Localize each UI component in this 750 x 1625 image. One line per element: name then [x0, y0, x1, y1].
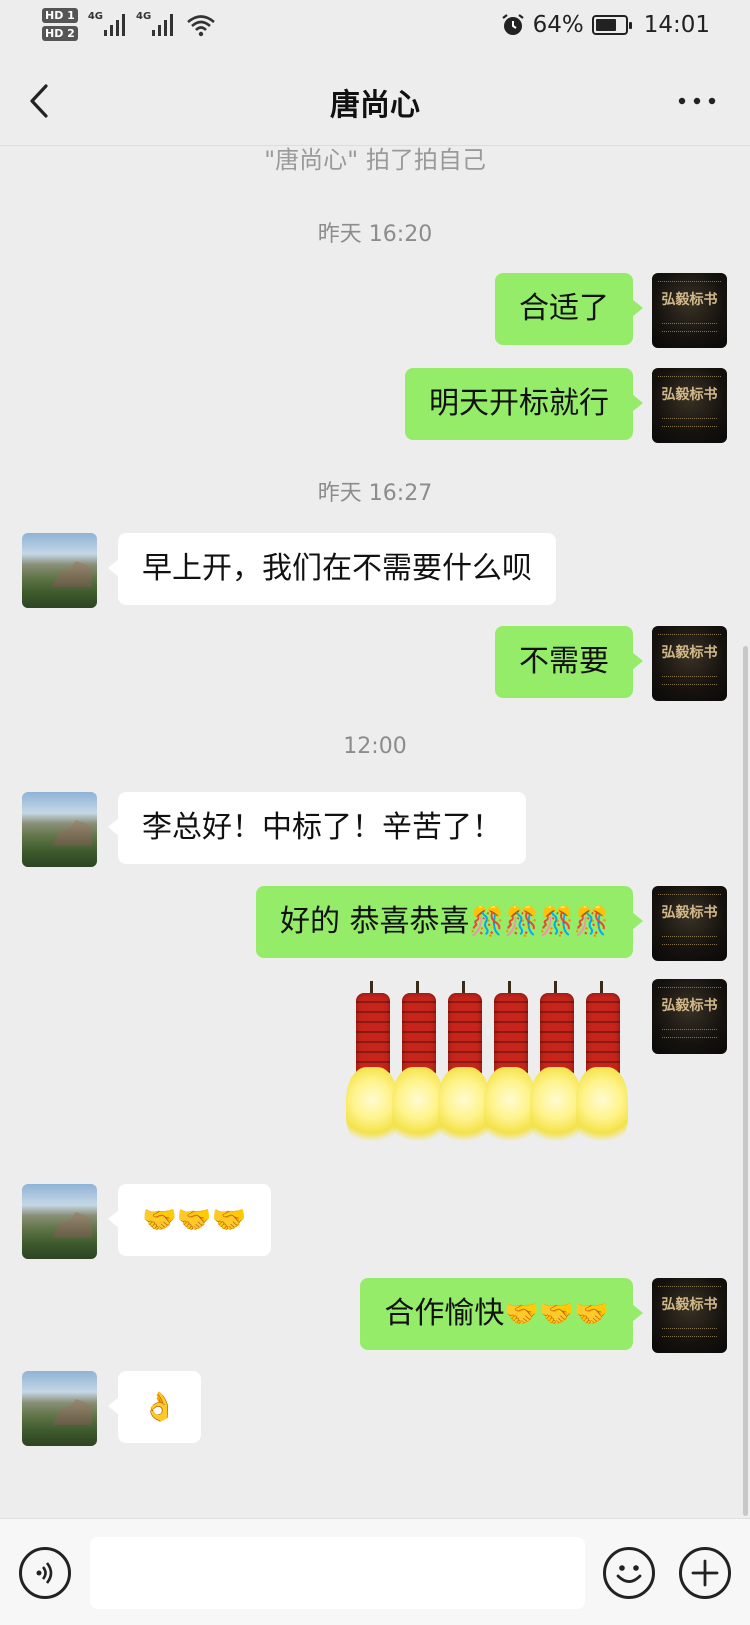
more-dots-icon — [678, 97, 716, 105]
logo-text: 弘毅标书 — [661, 1297, 718, 1313]
network-label-1: 4G — [87, 10, 103, 22]
network-label-2: 4G — [136, 10, 152, 22]
status-right: 64% 14:01 — [501, 12, 710, 38]
firecracker — [346, 981, 398, 1151]
contact-avatar[interactable] — [22, 1184, 97, 1259]
firecracker — [438, 981, 490, 1151]
my-avatar[interactable]: 弘毅标书 — [652, 273, 727, 348]
hd1-badge: HD 1 — [42, 8, 78, 23]
scrollbar[interactable] — [743, 646, 748, 1516]
message-bubble[interactable]: 合作愉快🤝🤝🤝 — [360, 1278, 643, 1350]
logo-text: 弘毅标书 — [661, 292, 718, 308]
battery-fill — [595, 19, 617, 31]
message-bubble[interactable]: 🤝🤝🤝 — [108, 1184, 271, 1256]
ok-hand-emoji: 👌 — [142, 1390, 177, 1423]
battery-icon — [591, 15, 632, 35]
contact-avatar[interactable] — [22, 1371, 97, 1446]
battery-percent: 64% — [532, 12, 584, 38]
message-bubble[interactable]: 合适了 — [495, 273, 643, 345]
message-text: 李总好！中标了！辛苦了！ — [142, 810, 502, 845]
logo-text: 弘毅标书 — [661, 998, 718, 1014]
my-avatar[interactable]: 弘毅标书 — [652, 626, 727, 701]
firecracker — [484, 981, 536, 1151]
message-bubble[interactable]: 不需要 — [495, 626, 643, 698]
message-text: 早上开，我们在不需要什么呗 — [142, 551, 532, 586]
timestamp: 昨天 16:20 — [317, 222, 433, 247]
signal-icon — [152, 13, 174, 36]
message-bubble[interactable]: 早上开，我们在不需要什么呗 — [108, 533, 556, 605]
message-bubble[interactable]: 👌 — [108, 1371, 201, 1443]
firecracker — [392, 981, 444, 1151]
firecracker — [530, 981, 582, 1151]
input-bar — [0, 1518, 750, 1625]
voice-icon — [36, 1562, 53, 1584]
contact-avatar[interactable] — [22, 533, 97, 608]
timestamp: 12:00 — [343, 734, 407, 759]
pat-notice: "唐尚心" 拍了拍自己 — [264, 146, 486, 174]
status-left: HD 1 HD 2 4G 4G — [42, 8, 216, 41]
emoji-face-icon — [616, 1565, 642, 1583]
firecrackers-sticker[interactable] — [346, 981, 634, 1151]
signal-icon — [104, 13, 125, 36]
plus-icon — [691, 1559, 719, 1587]
plus-button[interactable] — [679, 1547, 731, 1599]
wifi-icon — [187, 14, 216, 36]
message-text: 不需要 — [519, 644, 609, 679]
logo-text: 弘毅标书 — [661, 387, 718, 403]
message-bubble[interactable]: 好的 恭喜恭喜🎊🎊🎊🎊 — [256, 886, 643, 958]
logo-text: 弘毅标书 — [661, 645, 718, 661]
fireworks-emoji: 🎊🎊🎊🎊 — [469, 905, 609, 938]
handshake-emoji: 🤝🤝🤝 — [142, 1203, 247, 1236]
status-bar: HD 1 HD 2 4G 4G 64% 14:01 — [0, 0, 750, 56]
chat-header: 唐尚心 — [0, 56, 750, 146]
message-text: 好的 恭喜恭喜 — [280, 904, 470, 939]
contact-avatar[interactable] — [22, 792, 97, 867]
emoji-button[interactable] — [603, 1547, 655, 1599]
my-avatar[interactable]: 弘毅标书 — [652, 1278, 727, 1353]
my-avatar[interactable]: 弘毅标书 — [652, 979, 727, 1054]
my-avatar[interactable]: 弘毅标书 — [652, 886, 727, 961]
message-text: 明天开标就行 — [429, 386, 609, 421]
message-text: 合适了 — [519, 291, 609, 326]
hd2-badge: HD 2 — [42, 26, 78, 41]
message-bubble[interactable]: 李总好！中标了！辛苦了！ — [108, 792, 526, 864]
logo-text: 弘毅标书 — [661, 905, 718, 921]
message-bubble[interactable]: 明天开标就行 — [405, 368, 643, 440]
alarm-icon — [501, 14, 524, 35]
more-button[interactable] — [672, 76, 722, 126]
chat-title: 唐尚心 — [330, 88, 420, 123]
timestamp: 昨天 16:27 — [317, 481, 433, 506]
clock: 14:01 — [643, 12, 710, 38]
message-text: 合作愉快 — [384, 1296, 505, 1331]
my-avatar[interactable]: 弘毅标书 — [652, 368, 727, 443]
message-list[interactable]: "唐尚心" 拍了拍自己 昨天 16:20 弘毅标书 合适了 弘毅标书 明天开标就… — [0, 146, 750, 1518]
handshake-emoji: 🤝🤝🤝 — [504, 1297, 609, 1330]
firecracker — [576, 981, 628, 1151]
message-input[interactable] — [90, 1537, 585, 1609]
voice-button[interactable] — [19, 1547, 71, 1599]
